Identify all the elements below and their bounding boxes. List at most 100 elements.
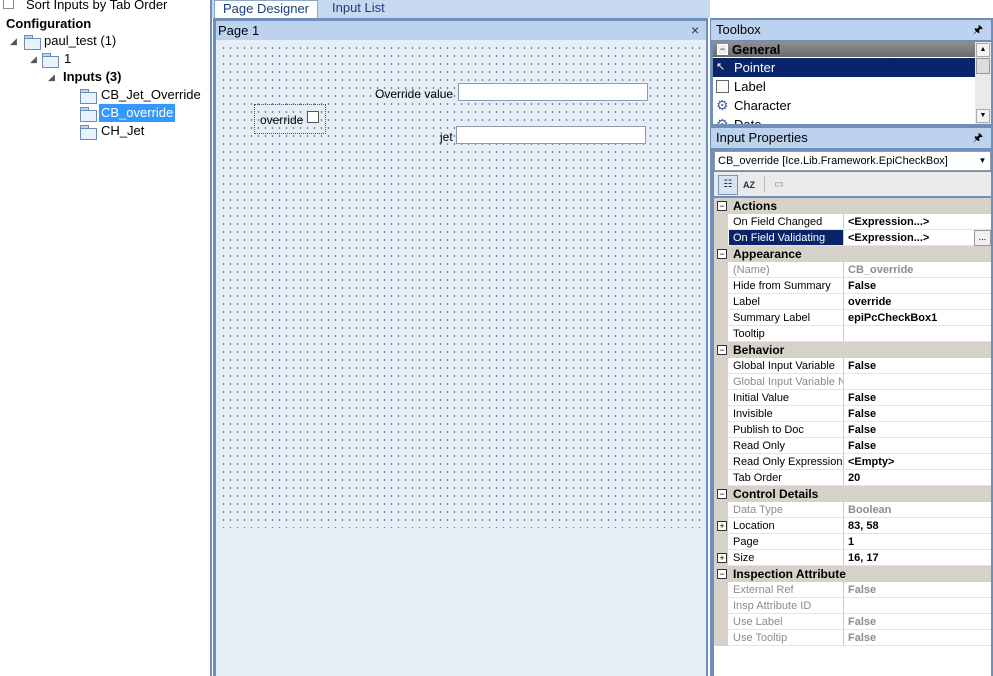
scroll-thumb[interactable] xyxy=(976,58,990,74)
selected-object-dropdown[interactable]: CB_override [Ice.Lib.Framework.EpiCheckB… xyxy=(714,151,991,171)
collapse-arrow-icon[interactable]: ◢ xyxy=(48,73,56,82)
category-label: Inspection Attribute xyxy=(733,567,846,581)
dropdown-arrow-icon[interactable]: ▼ xyxy=(975,152,990,170)
category-behavior[interactable]: − Behavior xyxy=(714,342,991,358)
configuration-tree-panel: Sort Inputs by Tab Order Configuration ◢… xyxy=(0,0,212,676)
property-value[interactable]: 83, 58 xyxy=(845,518,879,534)
jet-label[interactable]: jet xyxy=(440,130,453,144)
gear-icon: ⚙ xyxy=(716,97,729,113)
category-control-details[interactable]: − Control Details xyxy=(714,486,991,502)
property-value[interactable]: 20 xyxy=(845,470,860,486)
collapse-icon[interactable]: − xyxy=(717,201,727,211)
property-row[interactable]: Label override xyxy=(714,294,991,310)
property-row[interactable]: On Field Changed <Expression...> xyxy=(714,214,991,230)
expand-icon[interactable]: + xyxy=(717,521,727,531)
category-label: Behavior xyxy=(733,343,785,357)
property-row[interactable]: Invisible False xyxy=(714,406,991,422)
property-row[interactable]: On Field Validating <Expression...>... xyxy=(714,230,991,246)
property-name: Label xyxy=(729,294,844,309)
property-row[interactable]: Read Only False xyxy=(714,438,991,454)
property-value[interactable]: <Empty> xyxy=(845,454,894,470)
pin-icon[interactable]: 🖈 xyxy=(973,20,983,40)
tree-node-label: CB_override xyxy=(99,104,176,122)
toolbox-item-label-control[interactable]: Label xyxy=(713,77,975,96)
designer-tab-bar: Page Designer Input List xyxy=(212,0,710,19)
close-icon[interactable]: × xyxy=(691,22,699,38)
property-value[interactable]: 1 xyxy=(845,534,854,550)
property-value[interactable]: False xyxy=(845,406,876,422)
property-name: On Field Validating xyxy=(729,230,844,245)
property-value: Boolean xyxy=(848,504,892,516)
toolbox-scrollbar[interactable]: ▲ ▼ xyxy=(975,42,991,124)
toolbox-item-pointer[interactable]: ↖ Pointer xyxy=(713,58,975,77)
collapse-icon[interactable]: − xyxy=(717,345,727,355)
property-name: Initial Value xyxy=(729,390,844,405)
scroll-up-icon[interactable]: ▲ xyxy=(976,43,990,57)
collapse-arrow-icon[interactable]: ◢ xyxy=(10,37,18,46)
folder-icon xyxy=(80,89,97,104)
toolbox-title: Toolbox xyxy=(716,22,761,37)
ellipsis-button[interactable]: ... xyxy=(974,230,991,246)
property-value[interactable]: False xyxy=(845,358,876,374)
scroll-down-icon[interactable]: ▼ xyxy=(976,109,990,123)
property-name: Read Only Expression xyxy=(729,454,844,469)
property-row[interactable]: Publish to Doc False xyxy=(714,422,991,438)
property-value[interactable]: epiPcCheckBox1 xyxy=(845,310,937,326)
property-row[interactable]: Tab Order 20 xyxy=(714,470,991,486)
property-row[interactable]: Global Input Variable False xyxy=(714,358,991,374)
property-row[interactable]: Hide from Summary False xyxy=(714,278,991,294)
toolbox-item-label: Date xyxy=(734,115,761,124)
property-row[interactable]: Use Tooltip False xyxy=(714,630,991,646)
sort-checkbox[interactable] xyxy=(3,0,14,9)
expand-icon[interactable]: + xyxy=(717,553,727,563)
collapse-icon[interactable]: − xyxy=(717,489,727,499)
property-name: Insp Attribute ID xyxy=(729,598,844,613)
property-row[interactable]: Insp Attribute ID xyxy=(714,598,991,614)
property-value[interactable]: False xyxy=(845,278,876,294)
override-value-input[interactable] xyxy=(458,83,648,101)
property-row[interactable]: + Size 16, 17 xyxy=(714,550,991,566)
property-value[interactable]: False xyxy=(845,438,876,454)
category-appearance[interactable]: − Appearance xyxy=(714,246,991,262)
sort-by-tab-order-option[interactable]: Sort Inputs by Tab Order xyxy=(0,0,210,13)
collapse-arrow-icon[interactable]: ◢ xyxy=(30,55,38,64)
property-row[interactable]: Data Type Boolean xyxy=(714,502,991,518)
toolbar-separator xyxy=(764,176,765,192)
property-value[interactable]: <Expression...> xyxy=(845,214,929,230)
property-row[interactable]: Use Label False xyxy=(714,614,991,630)
property-value[interactable]: 16, 17 xyxy=(845,550,879,566)
property-row[interactable]: Read Only Expression <Empty> xyxy=(714,454,991,470)
tab-input-list[interactable]: Input List xyxy=(324,0,393,18)
toolbox-item-character[interactable]: ⚙ Character xyxy=(713,96,975,115)
collapse-icon[interactable]: − xyxy=(717,249,727,259)
property-row[interactable]: Page 1 xyxy=(714,534,991,550)
property-row[interactable]: (Name) CB_override xyxy=(714,262,991,278)
property-row[interactable]: Global Input Variable Na xyxy=(714,374,991,390)
categorized-view-icon[interactable]: ☷ xyxy=(718,175,738,195)
toolbox-group-general[interactable]: − General xyxy=(713,42,975,57)
property-pages-icon[interactable]: ▭ xyxy=(769,175,789,195)
folder-icon xyxy=(24,35,41,50)
override-value-label[interactable]: Override value xyxy=(375,87,453,101)
alphabetical-sort-icon[interactable]: AZ xyxy=(739,175,759,195)
toolbox-item-date[interactable]: ⚙ Date xyxy=(713,115,975,124)
collapse-icon[interactable]: − xyxy=(717,569,727,579)
property-row[interactable]: External Ref False xyxy=(714,582,991,598)
jet-input[interactable] xyxy=(456,126,646,144)
property-value[interactable]: <Expression...> xyxy=(845,230,929,246)
collapse-icon[interactable]: − xyxy=(717,44,728,55)
property-name: (Name) xyxy=(729,262,844,277)
tab-page-designer[interactable]: Page Designer xyxy=(214,0,318,19)
override-checkbox[interactable] xyxy=(307,111,319,123)
category-actions[interactable]: − Actions xyxy=(714,198,991,214)
property-value[interactable]: False xyxy=(845,390,876,406)
property-value[interactable]: override xyxy=(845,294,891,310)
property-value[interactable]: False xyxy=(845,422,876,438)
property-row[interactable]: Summary Label epiPcCheckBox1 xyxy=(714,310,991,326)
property-row[interactable]: Initial Value False xyxy=(714,390,991,406)
property-row[interactable]: Tooltip xyxy=(714,326,991,342)
pin-icon[interactable]: 🖈 xyxy=(973,128,983,148)
override-label[interactable]: override xyxy=(260,113,303,127)
category-inspection-attribute[interactable]: − Inspection Attribute xyxy=(714,566,991,582)
property-row[interactable]: + Location 83, 58 xyxy=(714,518,991,534)
